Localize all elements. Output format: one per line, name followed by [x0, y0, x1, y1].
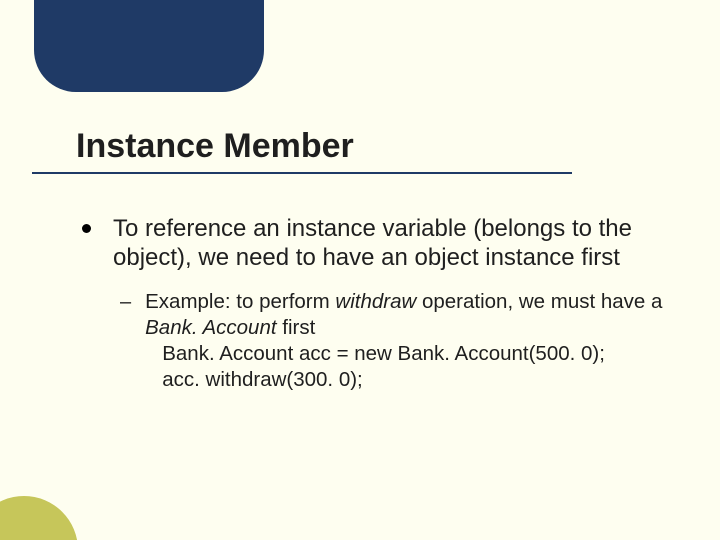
dash-icon: – [120, 290, 131, 314]
code-line: acc. withdraw(300. 0); [162, 368, 363, 391]
code-line: Bank. Account acc = new Bank. Account(50… [162, 342, 605, 365]
bankaccount-italic: Bank. Account [145, 316, 276, 339]
sub-bullet-item: – Example: to perform withdraw operation… [120, 289, 664, 394]
sub-text-part: first [277, 316, 316, 339]
slide: Instance Member To reference an instance… [0, 0, 720, 540]
bullet-text: To reference an instance variable (belon… [113, 214, 664, 273]
title-underline [32, 172, 572, 174]
bullet-dot-icon [82, 224, 91, 233]
sub-text-part: operation, we must have a [416, 290, 662, 313]
body-content: To reference an instance variable (belon… [82, 214, 664, 393]
decorative-olive-circle [0, 496, 78, 540]
sub-bullet-text: Example: to perform withdraw operation, … [145, 289, 664, 394]
decorative-navy-tab [34, 0, 264, 92]
slide-title: Instance Member [76, 127, 354, 166]
sub-text-part: Example: to perform [145, 290, 335, 313]
bullet-item: To reference an instance variable (belon… [82, 214, 664, 273]
withdraw-italic: withdraw [335, 290, 416, 313]
